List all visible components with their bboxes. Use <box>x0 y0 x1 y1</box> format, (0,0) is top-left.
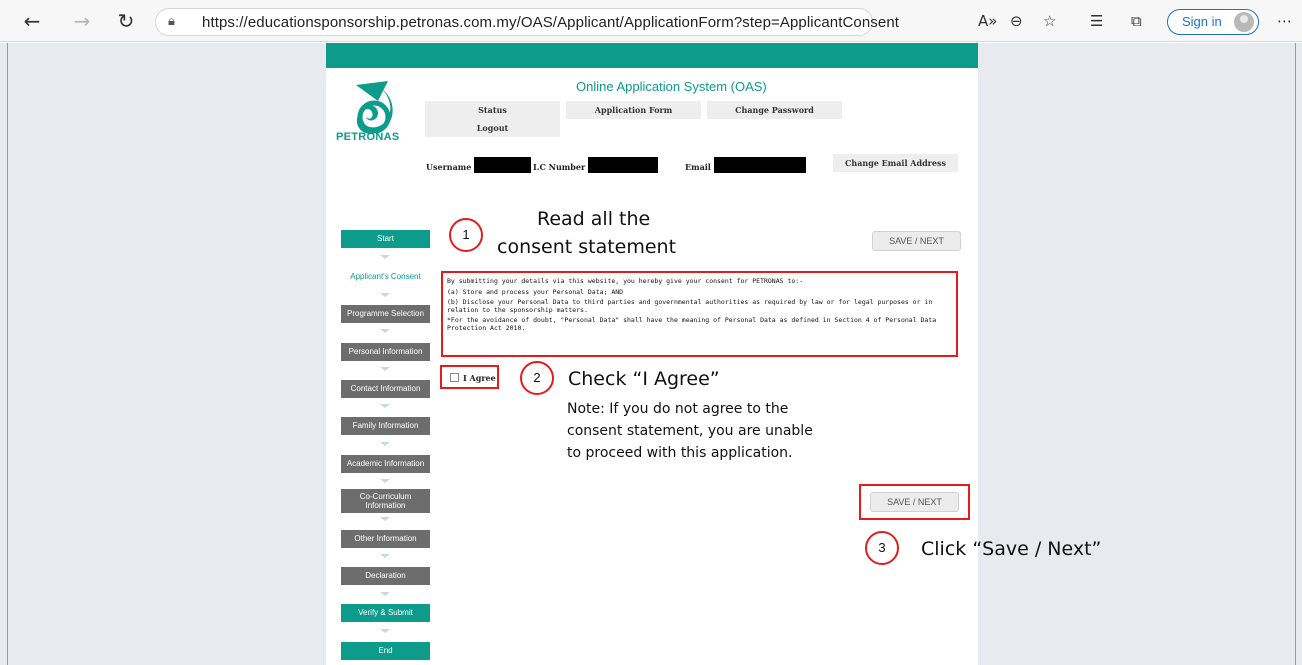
step-arrow <box>380 554 390 558</box>
step-verify-submit[interactable]: Verify & Submit <box>341 604 430 622</box>
page-border-right <box>1295 43 1296 665</box>
ic-number-redacted <box>588 157 658 173</box>
step-arrow <box>380 442 390 446</box>
add-favorite-icon[interactable]: ☆ <box>1043 11 1056 31</box>
agree-label[interactable]: I Agree <box>463 373 496 383</box>
forward-icon[interactable]: → <box>70 9 94 33</box>
annotation-step-1-number: 1 <box>449 218 483 252</box>
change-email-button[interactable]: Change Email Address <box>833 154 958 172</box>
step-declaration[interactable]: Declaration <box>341 567 430 585</box>
read-aloud-icon[interactable]: A» <box>978 11 997 31</box>
save-next-button-top[interactable]: SAVE / NEXT <box>872 231 961 251</box>
avatar-icon <box>1234 12 1254 32</box>
annotation-note-line3: to proceed with this application. <box>567 445 793 461</box>
header-band <box>326 43 978 68</box>
back-icon[interactable]: ← <box>20 9 44 33</box>
step-arrow <box>380 404 390 408</box>
step-arrow <box>380 629 390 633</box>
consent-item-a: (a) Store and process your Personal Data… <box>447 287 624 296</box>
menu-logout[interactable]: Logout <box>425 119 560 137</box>
annotation-step-3-number: 3 <box>865 531 899 565</box>
step-personal-information[interactable]: Personal Information <box>341 343 430 361</box>
address-bar[interactable]: 🔒︎ https://educationsponsorship.petronas… <box>155 8 899 36</box>
page-title: Online Application System (OAS) <box>576 79 767 94</box>
logo-text: PETRONAS <box>336 131 400 143</box>
email-label: Email : <box>685 162 717 172</box>
refresh-icon[interactable]: ↻ <box>114 9 138 33</box>
step-arrow <box>380 479 390 483</box>
step-applicants-consent[interactable]: Applicant's Consent <box>341 268 430 286</box>
step-arrow <box>380 592 390 596</box>
annotation-step-2-text: Check “I Agree” <box>568 368 720 390</box>
more-icon[interactable]: ⋯ <box>1277 11 1292 31</box>
sign-in-label: Sign in <box>1182 14 1222 29</box>
step-arrow <box>380 329 390 333</box>
step-arrow <box>380 255 390 259</box>
favorites-icon[interactable]: ☰ <box>1090 11 1103 31</box>
step-academic-information[interactable]: Academic Information <box>341 455 430 473</box>
consent-intro: By submitting your details via this webs… <box>447 277 804 285</box>
step-family-information[interactable]: Family Information <box>341 417 430 435</box>
annotation-step-3-text: Click “Save / Next” <box>921 538 1102 560</box>
collections-icon[interactable]: ⧉ <box>1131 11 1142 31</box>
step-contact-information[interactable]: Contact Information <box>341 380 430 398</box>
ic-number-label: I.C Number : <box>533 162 591 172</box>
email-redacted <box>714 157 806 173</box>
username-redacted <box>474 157 531 173</box>
consent-item-b: (b) Disclose your Personal Data to third… <box>447 298 933 314</box>
step-programme-selection[interactable]: Programme Selection <box>341 305 430 323</box>
annotation-step-1-line1: Read all the <box>537 208 651 230</box>
consent-statement: By submitting your details via this webs… <box>441 271 958 357</box>
menu-status[interactable]: Status <box>425 101 560 119</box>
application-container: PETRONAS Online Application System (OAS)… <box>326 43 978 665</box>
sign-in-button[interactable]: Sign in <box>1167 9 1259 35</box>
save-next-button-bottom[interactable]: SAVE / NEXT <box>870 492 959 512</box>
site-info-icon[interactable]: 🔒︎ <box>168 14 175 29</box>
username-label: Username : <box>426 162 478 172</box>
menu-application-form[interactable]: Application Form <box>566 101 701 119</box>
step-co-curriculum-information[interactable]: Co-Curriculum Information <box>341 489 430 513</box>
agree-checkbox[interactable] <box>450 373 459 382</box>
step-end[interactable]: End <box>341 642 430 660</box>
annotation-note-line2: consent statement, you are unable <box>567 423 813 439</box>
step-other-information[interactable]: Other Information <box>341 530 430 548</box>
menu-change-password[interactable]: Change Password <box>707 101 842 119</box>
step-start[interactable]: Start <box>341 230 430 248</box>
consent-note: *For the avoidance of doubt, "Personal D… <box>447 316 937 332</box>
step-arrow <box>380 293 390 297</box>
annotation-step-2-number: 2 <box>520 361 554 395</box>
step-arrow <box>380 517 390 521</box>
page-border-left <box>7 43 8 665</box>
step-arrow <box>380 367 390 371</box>
annotation-step-1-line2: consent statement <box>497 236 677 258</box>
agree-highlight: I Agree <box>440 365 499 389</box>
annotation-note-line1: Note: If you do not agree to the <box>567 401 789 417</box>
url-text[interactable]: https://educationsponsorship.petronas.co… <box>202 14 899 31</box>
browser-toolbar: ← → ↻ 🔒︎ https://educationsponsorship.pe… <box>0 0 1302 42</box>
zoom-out-icon[interactable]: ⊖ <box>1010 11 1023 31</box>
